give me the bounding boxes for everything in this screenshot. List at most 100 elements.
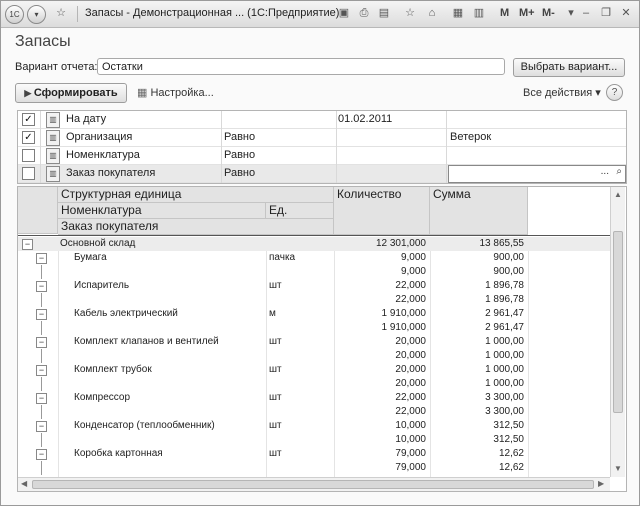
- star-icon[interactable]: ☆: [402, 6, 418, 21]
- scrollbar-thumb[interactable]: [613, 231, 623, 413]
- order-sum: 312,50: [493, 434, 524, 445]
- filter-row[interactable]: ▥ Заказ покупателя Равно ... ⌕: [18, 165, 626, 183]
- filter-field: Заказ покупателя: [66, 167, 156, 179]
- app-menu-icon[interactable]: 1С: [5, 5, 24, 24]
- item-unit: шт: [269, 364, 282, 375]
- filter-value[interactable]: 01.02.2011: [338, 113, 392, 125]
- save-icon[interactable]: ▣: [336, 6, 352, 21]
- collapse-icon[interactable]: −: [36, 337, 47, 348]
- order-quantity: 10,000: [395, 434, 426, 445]
- filter-checkbox[interactable]: ✓: [22, 113, 35, 126]
- tree-line: [41, 349, 42, 363]
- item-sum: 12,62: [498, 448, 524, 459]
- choose-variant-button[interactable]: Выбрать вариант...: [513, 58, 625, 77]
- filter-condition[interactable]: Равно: [224, 149, 255, 161]
- scroll-down-icon[interactable]: ▼: [614, 464, 622, 473]
- collapse-icon[interactable]: −: [22, 239, 33, 250]
- tree-line: [41, 461, 42, 475]
- filter-value-input[interactable]: ... ⌕: [448, 165, 626, 183]
- table-row[interactable]: − Комплект трубок шт 20,000 1 000,00: [18, 363, 610, 377]
- memory-plus-button[interactable]: M+: [519, 7, 535, 19]
- separator: [77, 6, 78, 22]
- table-row[interactable]: − Бумага пачка 9,000 900,00: [18, 251, 610, 265]
- preview-icon[interactable]: ▤: [376, 6, 392, 21]
- table-row[interactable]: − Испаритель шт 22,000 1 896,78: [18, 279, 610, 293]
- memory-button[interactable]: M: [500, 7, 509, 19]
- minimize-icon[interactable]: –: [578, 6, 594, 21]
- collapse-icon[interactable]: −: [36, 253, 47, 264]
- item-sum: 312,50: [493, 420, 524, 431]
- item-sum: 3 300,00: [485, 392, 524, 403]
- horizontal-scrollbar[interactable]: ◀ ▶: [18, 477, 610, 491]
- tree-line: [41, 265, 42, 279]
- scrollbar-thumb[interactable]: [32, 480, 594, 489]
- report-window: 1С ▾ ☆ Запасы - Демонстрационная ... (1С…: [0, 0, 640, 506]
- calculator-icon[interactable]: ▦: [450, 6, 466, 21]
- table-row[interactable]: 20,000 1 000,00: [18, 349, 610, 363]
- filter-checkbox[interactable]: ✓: [22, 131, 35, 144]
- memory-minus-button[interactable]: M-: [542, 7, 555, 19]
- tree-header: [18, 187, 58, 234]
- filter-row[interactable]: ✓ ▥ Организация Равно Ветерок: [18, 129, 626, 147]
- help-button[interactable]: ?: [606, 84, 623, 101]
- calendar-icon[interactable]: ▥: [471, 6, 487, 21]
- table-row[interactable]: 22,000 1 896,78: [18, 293, 610, 307]
- collapse-icon[interactable]: −: [36, 309, 47, 320]
- close-icon[interactable]: ✕: [618, 6, 634, 21]
- table-row[interactable]: − Кабель электрический м 1 910,000 2 961,47: [18, 307, 610, 321]
- filter-checkbox[interactable]: [22, 167, 35, 180]
- print-icon[interactable]: ⎙: [356, 6, 372, 21]
- filter-row[interactable]: ▥ Номенклатура Равно: [18, 147, 626, 165]
- item-unit: м: [269, 308, 276, 319]
- variant-field[interactable]: Остатки: [97, 58, 505, 75]
- table-row[interactable]: 9,000 900,00: [18, 265, 610, 279]
- generate-button[interactable]: ▶ Сформировать: [15, 83, 127, 103]
- table-row[interactable]: 1 910,000 2 961,47: [18, 321, 610, 335]
- star-icon[interactable]: ☆: [53, 6, 69, 21]
- filter-value[interactable]: Ветерок: [450, 131, 491, 143]
- scroll-right-icon[interactable]: ▶: [598, 479, 604, 488]
- settings-button[interactable]: ▦ Настройка...: [137, 86, 214, 99]
- item-sum: 1 000,00: [485, 364, 524, 375]
- item-unit: шт: [269, 280, 282, 291]
- chevron-down-icon[interactable]: ▾: [563, 6, 579, 21]
- filter-checkbox[interactable]: [22, 149, 35, 162]
- group-row[interactable]: − Основной склад 12 301,000 13 865,55: [18, 237, 610, 251]
- table-row[interactable]: 22,000 3 300,00: [18, 405, 610, 419]
- collapse-icon[interactable]: −: [36, 365, 47, 376]
- item-name: Бумага: [74, 252, 107, 263]
- collapse-icon[interactable]: −: [36, 449, 47, 460]
- collapse-icon[interactable]: −: [36, 393, 47, 404]
- table-row[interactable]: 79,000 12,62: [18, 461, 610, 475]
- restore-icon[interactable]: ❐: [598, 6, 614, 21]
- table-row[interactable]: − Конденсатор (теплообменник) шт 10,000 312,…: [18, 419, 610, 433]
- table-row[interactable]: − Компрессор шт 22,000 3 300,00: [18, 391, 610, 405]
- search-icon[interactable]: ⌕: [616, 166, 622, 177]
- vertical-scrollbar[interactable]: ▲ ▼: [610, 187, 625, 477]
- table-row[interactable]: 20,000 1 000,00: [18, 377, 610, 391]
- filter-condition[interactable]: Равно: [224, 167, 255, 179]
- item-quantity: 1 910,000: [381, 308, 427, 319]
- table-row[interactable]: 10,000 312,50: [18, 433, 610, 447]
- scroll-left-icon[interactable]: ◀: [21, 479, 27, 488]
- collapse-icon[interactable]: −: [36, 421, 47, 432]
- divider: [221, 111, 222, 183]
- select-button[interactable]: ...: [601, 166, 609, 177]
- order-quantity: 20,000: [395, 378, 426, 389]
- filter-row[interactable]: ✓ ▥ На дату 01.02.2011: [18, 111, 626, 129]
- table-row[interactable]: − Коробка картонная шт 79,000 12,62: [18, 447, 610, 461]
- item-unit: пачка: [269, 252, 296, 263]
- filter-condition[interactable]: Равно: [224, 131, 255, 143]
- all-actions-menu[interactable]: Все действия ▾: [523, 86, 601, 99]
- order-sum: 1 896,78: [485, 294, 524, 305]
- tree-line: [41, 321, 42, 335]
- link-icon[interactable]: ⌂: [424, 6, 440, 21]
- table-row[interactable]: − Комплект клапанов и вентилей шт 20,000 1 0…: [18, 335, 610, 349]
- collapse-icon[interactable]: −: [36, 281, 47, 292]
- field-icon: ▥: [46, 112, 60, 128]
- divider: [336, 111, 337, 183]
- chevron-down-icon[interactable]: ▾: [27, 5, 46, 24]
- generate-button-label: Сформировать: [33, 87, 118, 99]
- group-sum: 13 865,55: [479, 238, 525, 249]
- scroll-up-icon[interactable]: ▲: [614, 190, 622, 199]
